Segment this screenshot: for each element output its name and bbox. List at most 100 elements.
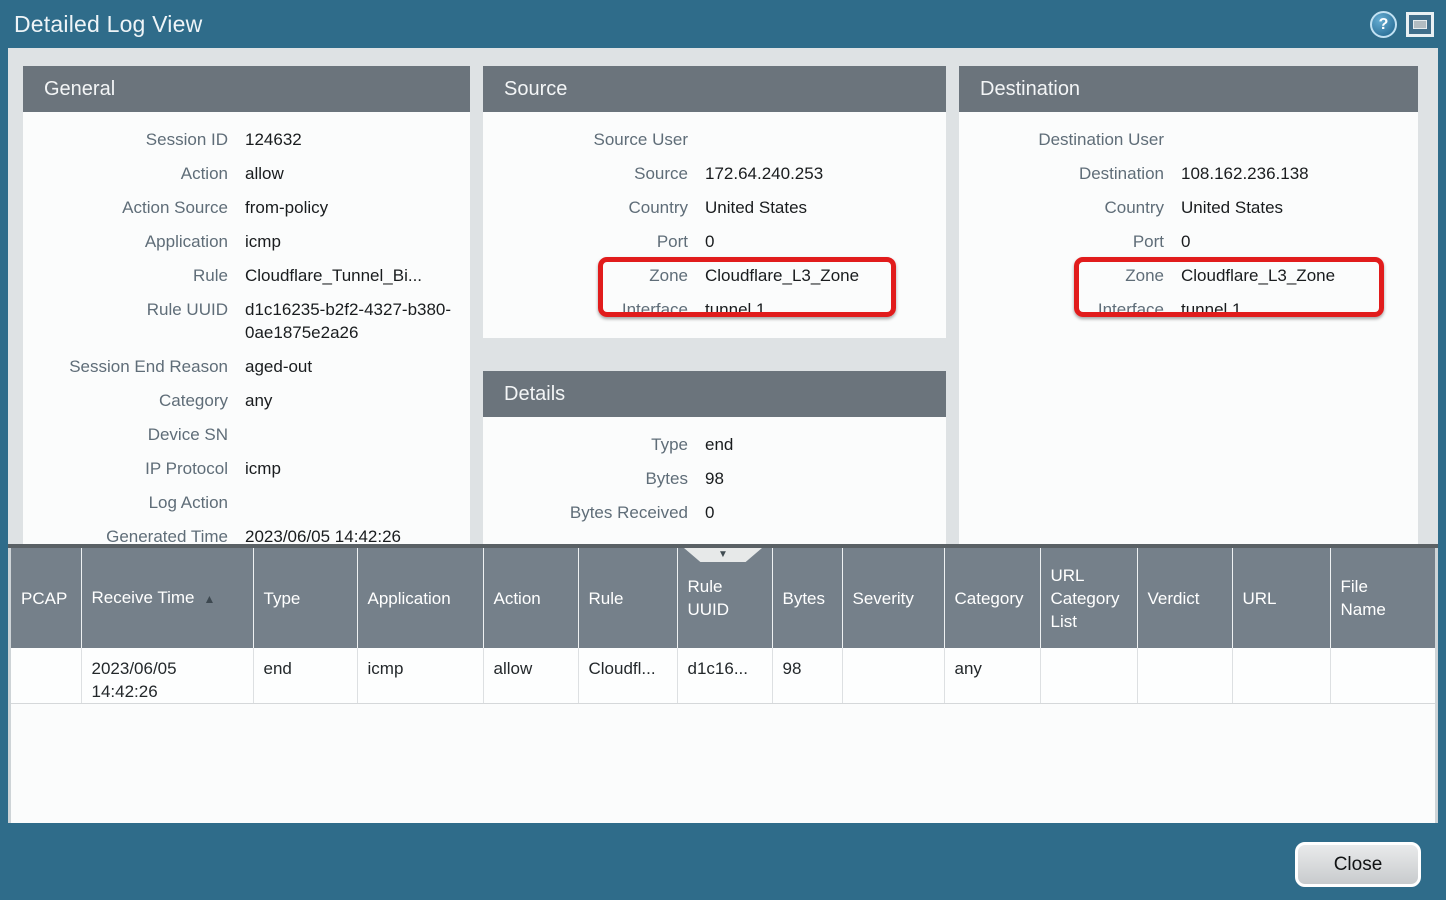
field-label: Country (483, 196, 688, 219)
column-header-bytes[interactable]: Bytes (772, 548, 842, 648)
field-value: Cloudflare_Tunnel_Bi... (245, 264, 460, 287)
field-value: 2023/06/05 14:42:26 (245, 525, 460, 545)
destination-panel-body: Destination User Destination108.162.236.… (959, 112, 1418, 545)
field-value: 0 (705, 230, 936, 253)
destination-zone-interface-group: ZoneCloudflare_L3_Zone Interfacetunnel.1 (959, 264, 1408, 321)
field-row-ip-protocol: IP Protocolicmp (23, 457, 460, 480)
sort-asc-icon: ▲ (203, 592, 215, 606)
column-header-pcap[interactable]: PCAP (11, 548, 81, 648)
column-label: File Name (1341, 577, 1386, 619)
field-label: Interface (483, 298, 688, 321)
log-table: PCAP Receive Time ▲ Type Application Acti… (11, 548, 1435, 704)
field-value: Cloudflare_L3_Zone (705, 264, 936, 287)
cell-category: any (944, 648, 1040, 704)
help-icon[interactable]: ? (1370, 11, 1397, 38)
field-label: Port (483, 230, 688, 253)
column-label: Severity (853, 589, 914, 608)
field-row-generated-time: Generated Time 2023/06/05 14:42:26 (23, 525, 460, 545)
column-label: Action (494, 589, 541, 608)
field-row-device-sn: Device SN (23, 423, 460, 446)
column-header-verdict[interactable]: Verdict (1137, 548, 1232, 648)
field-label: Rule UUID (23, 298, 228, 344)
cell-receive-time: 2023/06/05 14:42:26 (81, 648, 253, 704)
destination-panel: Destination Destination User Destination… (959, 66, 1418, 545)
field-value: icmp (245, 230, 460, 253)
column-label: Rule UUID (688, 577, 730, 619)
field-row-rule: RuleCloudflare_Tunnel_Bi... (23, 264, 460, 287)
cell-file-name (1330, 648, 1435, 704)
column-header-rule[interactable]: Rule (578, 548, 677, 648)
field-value: Cloudflare_L3_Zone (1181, 264, 1408, 287)
field-label: Port (959, 230, 1164, 253)
field-value: tunnel.1 (705, 298, 936, 321)
details-panel-title: Details (483, 371, 946, 417)
details-panel: Details Typeend Bytes98 Bytes Received0 (483, 371, 946, 545)
log-detail-panels-area: General Session ID124632 Actionallow Act… (8, 48, 1438, 545)
log-table-row[interactable]: 2023/06/05 14:42:26 end icmp allow Cloud… (11, 648, 1435, 704)
field-value: aged-out (245, 355, 460, 378)
dialog-title: Detailed Log View (14, 0, 202, 48)
column-header-file-name[interactable]: File Name (1330, 548, 1435, 648)
column-header-url[interactable]: URL (1232, 548, 1330, 648)
field-value: 98 (705, 467, 936, 490)
source-panel: Source Source User Source172.64.240.253 … (483, 66, 946, 338)
field-value: tunnel.1 (1181, 298, 1408, 321)
close-button[interactable]: Close (1295, 842, 1421, 887)
field-row-port: Port 0 (959, 230, 1408, 253)
details-panel-body: Typeend Bytes98 Bytes Received0 (483, 417, 946, 545)
column-label: Application (368, 589, 451, 608)
field-value (245, 491, 460, 514)
column-label: Receive Time (92, 588, 195, 607)
field-label: Zone (483, 264, 688, 287)
field-row-source-user: Source User (483, 128, 936, 151)
detailed-log-view-dialog: Detailed Log View ? General Session ID12… (0, 0, 1446, 900)
field-row-country: CountryUnited States (959, 196, 1408, 219)
field-row-rule-uuid: Rule UUID d1c16235-b2f2-4327-b380-0ae1875… (23, 298, 460, 344)
field-value: 0 (1181, 230, 1408, 253)
cell-severity (842, 648, 944, 704)
column-header-category[interactable]: Category (944, 548, 1040, 648)
window-restore-inner (1413, 20, 1427, 29)
column-header-type[interactable]: Type (253, 548, 357, 648)
field-row-type: Typeend (483, 433, 936, 456)
field-value (1181, 128, 1408, 151)
field-value: any (245, 389, 460, 412)
column-header-receive-time[interactable]: Receive Time ▲ (81, 548, 253, 648)
field-value: end (705, 433, 936, 456)
field-row-port: Port 0 (483, 230, 936, 253)
field-value: United States (705, 196, 936, 219)
log-table-section: ▼ PCAP Receive Time▲ Type Application Ac… (8, 544, 1438, 823)
field-label: Country (959, 196, 1164, 219)
column-label: Rule (589, 589, 624, 608)
field-label: Generated Time (23, 525, 228, 545)
help-glyph: ? (1379, 16, 1389, 34)
field-row-destination: Destination108.162.236.138 (959, 162, 1408, 185)
field-value: from-policy (245, 196, 460, 219)
cell-type: end (253, 648, 357, 704)
field-value (245, 423, 460, 446)
field-label: Source (483, 162, 688, 185)
column-label: Category (955, 589, 1024, 608)
field-value: allow (245, 162, 460, 185)
field-row-bytes-received: Bytes Received0 (483, 501, 936, 524)
field-value: d1c16235-b2f2-4327-b380-0ae1875e2a26 (245, 298, 460, 344)
field-label: Category (23, 389, 228, 412)
cell-rule-uuid: d1c16... (677, 648, 772, 704)
general-panel: General Session ID124632 Actionallow Act… (23, 66, 470, 545)
field-value: icmp (245, 457, 460, 480)
column-header-rule-uuid[interactable]: Rule UUID (677, 548, 772, 648)
column-header-action[interactable]: Action (483, 548, 578, 648)
field-row-session-id: Session ID124632 (23, 128, 460, 151)
field-row-country: Country United States (483, 196, 936, 219)
column-header-severity[interactable]: Severity (842, 548, 944, 648)
field-label: Session ID (23, 128, 228, 151)
column-header-application[interactable]: Application (357, 548, 483, 648)
field-label: Destination User (959, 128, 1164, 151)
field-row-interface: Interfacetunnel.1 (959, 298, 1408, 321)
field-row-action: Actionallow (23, 162, 460, 185)
column-header-url-category-list[interactable]: URL Category List (1040, 548, 1137, 648)
field-row-zone: Zone Cloudflare_L3_Zone (483, 264, 936, 287)
field-row-bytes: Bytes98 (483, 467, 936, 490)
window-restore-icon[interactable] (1406, 12, 1434, 37)
column-label: Type (264, 589, 301, 608)
